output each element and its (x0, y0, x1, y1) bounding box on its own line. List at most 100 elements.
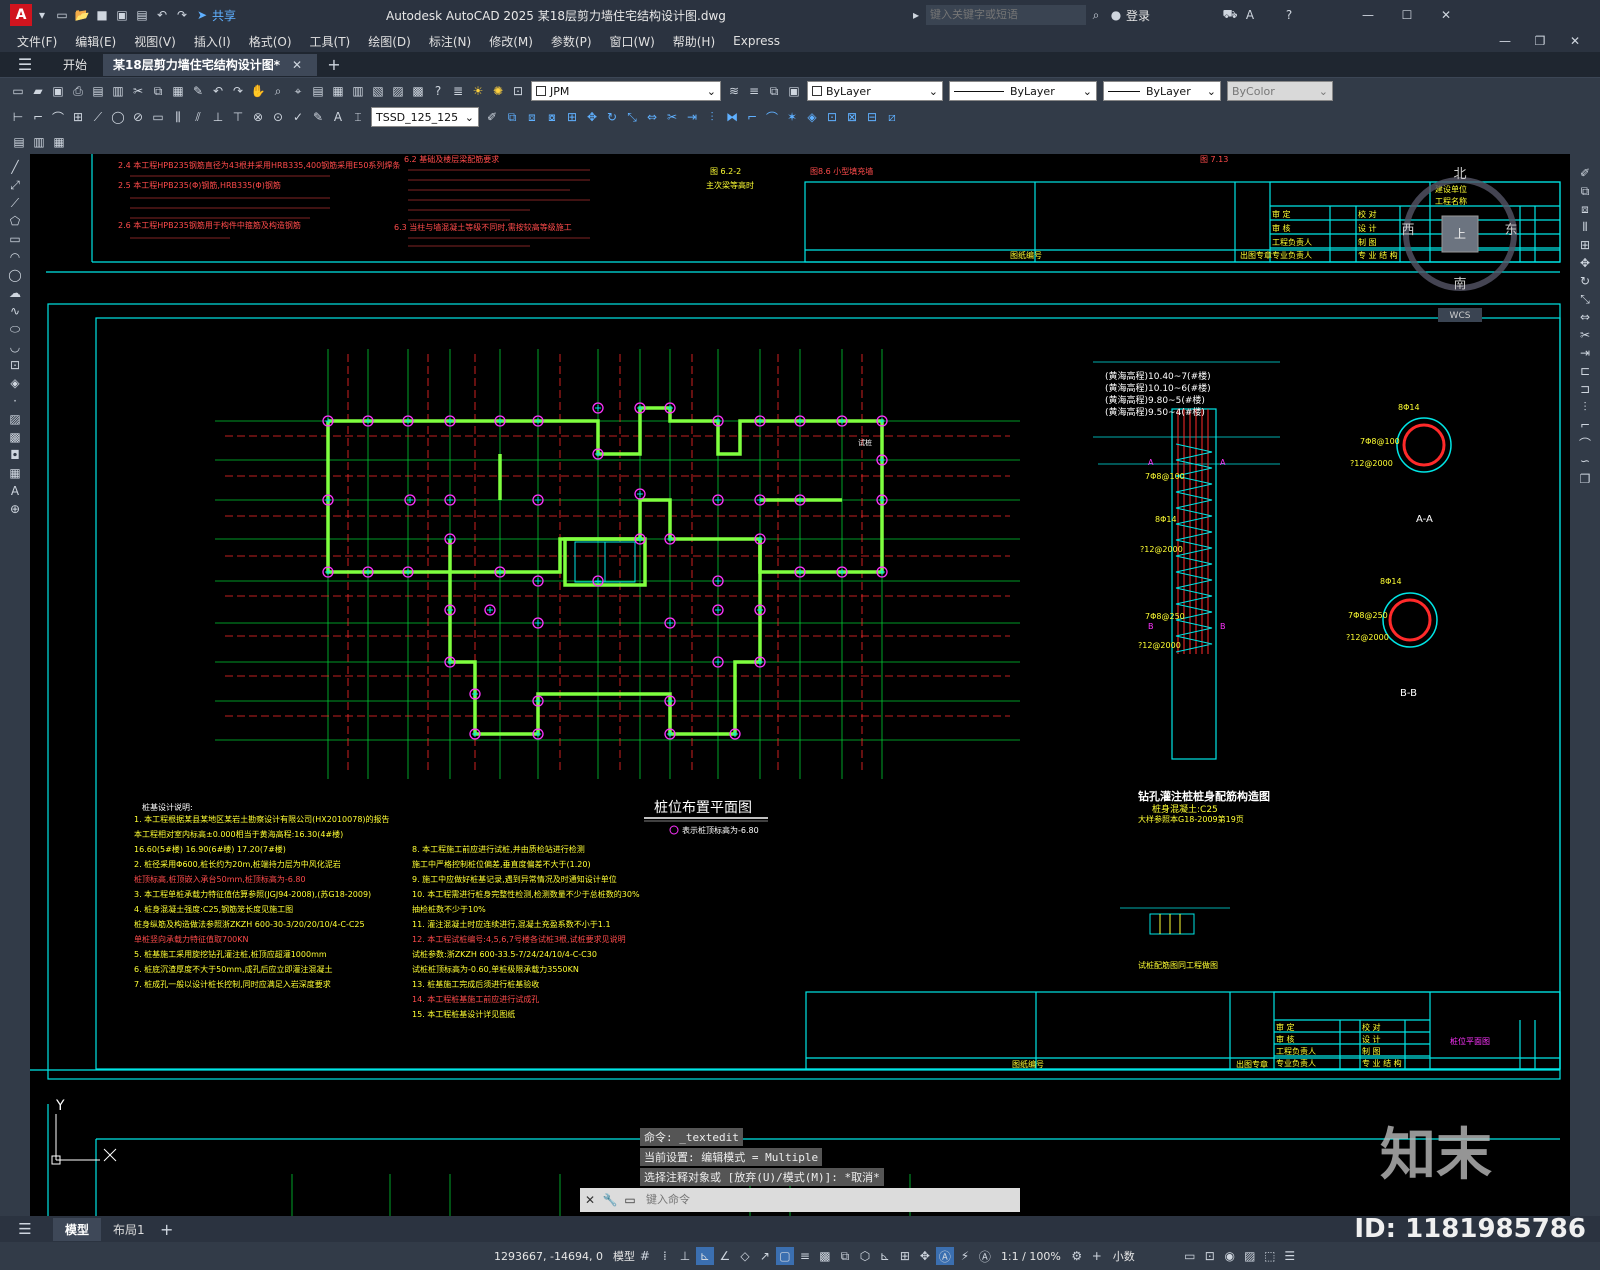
open-file-icon[interactable]: ▰ (29, 82, 47, 100)
beam-icon[interactable]: ⊢ (9, 108, 27, 126)
pencil-icon[interactable]: ✐ (483, 108, 501, 126)
extend-icon[interactable]: ⇥ (683, 108, 701, 126)
new-tab-icon[interactable]: + (325, 55, 343, 74)
share-icon[interactable]: ➤ (193, 6, 211, 24)
tab-layout1[interactable]: 布局1 (101, 1218, 157, 1241)
insert-block-icon[interactable]: ⊡ (6, 356, 24, 374)
move-r-icon[interactable]: ✥ (1576, 254, 1594, 272)
layout-menu-icon[interactable]: ☰ (16, 1220, 34, 1238)
workspace-icon[interactable]: ▤ (10, 133, 28, 151)
viewcube-top[interactable]: 上 (1454, 227, 1466, 241)
elev-icon[interactable]: ⊙ (269, 108, 287, 126)
array-icon[interactable]: ⊞ (563, 108, 581, 126)
scale-icon[interactable]: ⤡ (623, 108, 641, 126)
cut-icon[interactable]: ✂ (129, 82, 147, 100)
arc-beam-icon[interactable]: ⌒ (49, 108, 67, 126)
match-icon[interactable]: ✎ (189, 82, 207, 100)
stretch-r-icon[interactable]: ⇔ (1576, 308, 1594, 326)
plot-icon[interactable]: ▤ (133, 6, 151, 24)
preview-icon[interactable]: ▤ (89, 82, 107, 100)
arc-icon[interactable]: ◠ (6, 248, 24, 266)
xref-icon[interactable]: ⊠ (843, 108, 861, 126)
saveas-icon[interactable]: ▣ (113, 6, 131, 24)
tab-document[interactable]: 某18层剪力墙住宅结构设计图* ✕ (103, 53, 317, 76)
dim-icon[interactable]: ⊥ (209, 108, 227, 126)
annotation-scale[interactable]: 1:1 / 100% (1001, 1250, 1061, 1263)
calc-icon[interactable]: ▩ (409, 82, 427, 100)
explode-r-icon[interactable]: ❐ (1576, 470, 1594, 488)
share-button[interactable]: 共享 (212, 7, 236, 24)
doc-restore-icon[interactable]: ❐ (1531, 32, 1549, 50)
offset-icon[interactable]: ⧇ (543, 108, 561, 126)
tab-close-icon[interactable]: ✕ (288, 56, 306, 74)
close-icon[interactable]: ✕ (1437, 6, 1455, 24)
edit-text-icon[interactable]: ✎ (309, 108, 327, 126)
save-file-icon[interactable]: ▣ (49, 82, 67, 100)
viewcube-south[interactable]: 南 (1453, 276, 1466, 292)
quick-props-icon[interactable]: ▭ (1181, 1247, 1199, 1265)
blend-icon[interactable]: ∽ (1576, 452, 1594, 470)
command-input-bar[interactable]: ✕ 🔧 ▭ (580, 1188, 1020, 1212)
3dosnap-icon[interactable]: ⬡ (856, 1247, 874, 1265)
erase-icon[interactable]: ✐ (1576, 164, 1594, 182)
redo-icon[interactable]: ↷ (173, 6, 191, 24)
attach-icon[interactable]: ⊟ (863, 108, 881, 126)
layer-prev-icon[interactable]: ≋ (725, 82, 743, 100)
annotation-scale-icon[interactable]: Ⓐ (976, 1247, 994, 1265)
clip-icon[interactable]: ⧄ (883, 108, 901, 126)
maximize-icon[interactable]: ☐ (1398, 6, 1416, 24)
tab-start[interactable]: 开始 (53, 56, 97, 73)
new-icon[interactable]: ▭ (53, 6, 71, 24)
undo2-icon[interactable]: ↶ (209, 82, 227, 100)
check-icon[interactable]: ✓ (289, 108, 307, 126)
viewcube-wcs[interactable]: WCS (1450, 311, 1471, 321)
save-icon[interactable]: ■ (93, 6, 111, 24)
layer-walk-icon[interactable]: ▣ (785, 82, 803, 100)
search-input[interactable] (926, 5, 1087, 25)
menu-dimension[interactable]: 标注(N) (420, 33, 480, 50)
copy-r-icon[interactable]: ⧉ (1576, 182, 1594, 200)
search-icon[interactable]: ⌕ (1087, 6, 1105, 24)
help2-icon[interactable]: ? (429, 82, 447, 100)
isodraft-icon[interactable]: ◇ (736, 1247, 754, 1265)
copy-icon[interactable]: ⧉ (149, 82, 167, 100)
redo2-icon[interactable]: ↷ (229, 82, 247, 100)
open-icon[interactable]: 📂 (73, 6, 91, 24)
circle-axis-icon[interactable]: ◯ (109, 108, 127, 126)
new-file-icon[interactable]: ▭ (9, 82, 27, 100)
viewcube-north[interactable]: 北 (1453, 167, 1466, 182)
fillet-icon[interactable]: ⌒ (763, 108, 781, 126)
lineweight-icon[interactable]: ≡ (796, 1247, 814, 1265)
join-icon[interactable]: ⧓ (723, 108, 741, 126)
autodesk-a-icon[interactable]: A (1241, 6, 1259, 24)
gradient-icon[interactable]: ▩ (6, 428, 24, 446)
properties-icon[interactable]: ▤ (309, 82, 327, 100)
break-icon[interactable]: ⫶ (703, 108, 721, 126)
rectangle-icon[interactable]: ▭ (6, 230, 24, 248)
scale-r-icon[interactable]: ⤡ (1576, 290, 1594, 308)
offset-r-icon[interactable]: ⫴ (1576, 218, 1594, 236)
design-center-icon[interactable]: ▦ (329, 82, 347, 100)
explode-icon[interactable]: ✶ (783, 108, 801, 126)
undo-icon[interactable]: ↶ (153, 6, 171, 24)
table-icon[interactable]: ▦ (6, 464, 24, 482)
workspace3-icon[interactable]: ▦ (50, 133, 68, 151)
login-button[interactable]: 登录 (1126, 7, 1150, 24)
text-a-icon[interactable]: A (329, 108, 347, 126)
linetype-select[interactable]: ByLayer ⌄ (949, 81, 1097, 101)
join-r-icon[interactable]: ⫶ (1576, 398, 1594, 416)
print-icon[interactable]: ⎙ (69, 82, 87, 100)
wall-icon[interactable]: ⌐ (29, 108, 47, 126)
rotate-r-icon[interactable]: ↻ (1576, 272, 1594, 290)
line-icon[interactable]: ╱ (6, 158, 24, 176)
axis-icon[interactable]: ⟋ (89, 108, 107, 126)
zoom-icon[interactable]: ⌕ (269, 82, 287, 100)
command-input[interactable] (640, 1190, 1020, 1210)
symbol-icon[interactable]: ⊗ (249, 108, 267, 126)
transparency-icon[interactable]: ▩ (816, 1247, 834, 1265)
menu-window[interactable]: 窗口(W) (601, 33, 664, 50)
selection-cycle-icon[interactable]: ⧉ (836, 1247, 854, 1265)
section-icon[interactable]: ⊤ (229, 108, 247, 126)
menu-insert[interactable]: 插入(I) (185, 33, 240, 50)
menu-express[interactable]: Express (724, 34, 789, 48)
